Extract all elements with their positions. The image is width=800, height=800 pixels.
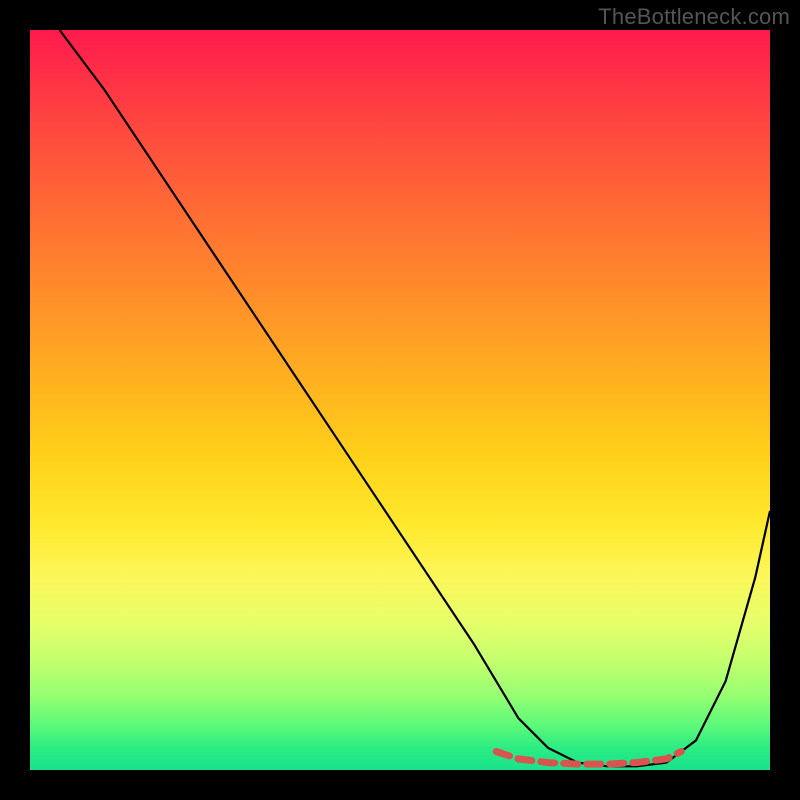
plot-area: [30, 30, 770, 770]
curve-layer: [30, 30, 770, 770]
main-curve-path: [60, 30, 770, 766]
watermark-text: TheBottleneck.com: [598, 4, 790, 30]
chart-frame: TheBottleneck.com: [0, 0, 800, 800]
bottom-highlight-path: [496, 752, 681, 765]
